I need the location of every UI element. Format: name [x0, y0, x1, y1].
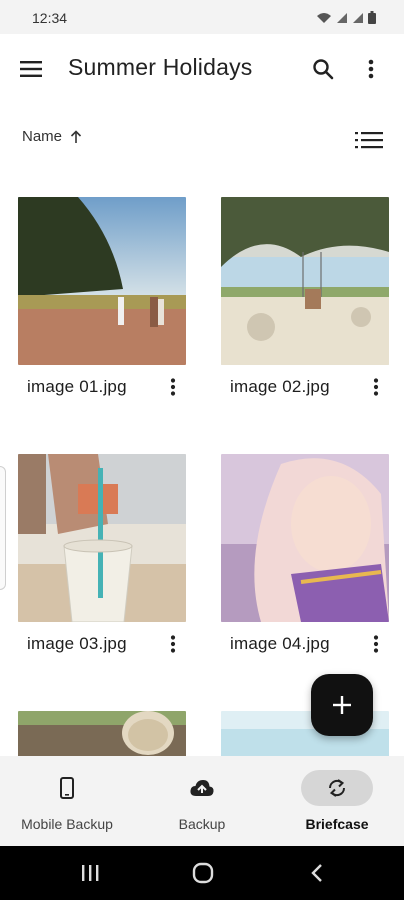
- page-title: Summer Holidays: [68, 54, 253, 80]
- nav-icon-container: [166, 770, 238, 806]
- sort-bar: Name: [0, 118, 404, 158]
- phone-icon: [60, 777, 74, 799]
- nav-label: Mobile Backup: [21, 816, 113, 832]
- home-icon: [192, 862, 214, 884]
- wifi-icon: [316, 11, 332, 29]
- hamburger-menu-icon: [20, 61, 42, 77]
- file-card: image 04.jpg: [221, 454, 389, 674]
- file-thumbnail[interactable]: [18, 197, 186, 365]
- edge-panel-handle[interactable]: [0, 466, 6, 590]
- more-options-button[interactable]: [354, 52, 388, 86]
- nav-item-mobile-backup[interactable]: Mobile Backup: [0, 756, 134, 846]
- file-name: image 01.jpg: [27, 377, 127, 396]
- home-button[interactable]: [189, 860, 217, 886]
- more-vertical-icon: [373, 378, 379, 396]
- add-button[interactable]: [311, 674, 373, 736]
- back-icon: [311, 864, 322, 882]
- bottom-navigation: Mobile Backup Backup Briefcase: [0, 756, 404, 846]
- nav-icon-container: [301, 770, 373, 806]
- view-toggle-button[interactable]: [352, 126, 386, 154]
- sync-icon: [328, 779, 346, 797]
- file-thumbnail[interactable]: [18, 711, 186, 756]
- file-more-button[interactable]: [162, 630, 184, 658]
- file-thumbnail[interactable]: [18, 454, 186, 622]
- sort-by-name-button[interactable]: Name: [22, 128, 82, 145]
- file-more-button[interactable]: [365, 373, 387, 401]
- nav-icon-container: [31, 770, 103, 806]
- signal-icon: [336, 11, 348, 29]
- file-thumbnail[interactable]: [221, 197, 389, 365]
- file-card: [18, 711, 186, 756]
- recent-apps-button[interactable]: [76, 860, 104, 886]
- file-card: image 03.jpg: [18, 454, 186, 674]
- more-vertical-icon: [170, 635, 176, 653]
- battery-icon: [368, 11, 376, 29]
- file-name: image 03.jpg: [27, 634, 127, 653]
- more-vertical-icon: [373, 635, 379, 653]
- nav-label: Briefcase: [305, 816, 369, 832]
- search-icon: [313, 59, 334, 80]
- more-vertical-icon: [368, 59, 374, 79]
- menu-button[interactable]: [14, 52, 48, 86]
- file-card: image 02.jpg: [221, 197, 389, 417]
- app-bar: Summer Holidays: [0, 34, 404, 100]
- cloud-upload-icon: [190, 780, 214, 796]
- file-name: image 04.jpg: [230, 634, 330, 653]
- search-button[interactable]: [306, 52, 340, 86]
- more-vertical-icon: [170, 378, 176, 396]
- status-bar: 12:34: [0, 0, 404, 34]
- nav-item-briefcase[interactable]: Briefcase: [270, 756, 404, 846]
- status-icons: [316, 11, 376, 29]
- nav-item-backup[interactable]: Backup: [135, 756, 269, 846]
- file-name: image 02.jpg: [230, 377, 330, 396]
- file-more-button[interactable]: [365, 630, 387, 658]
- status-time: 12:34: [32, 10, 68, 26]
- plus-icon: [333, 696, 351, 714]
- list-view-icon: [355, 132, 383, 149]
- file-card: image 01.jpg: [18, 197, 186, 417]
- file-more-button[interactable]: [162, 373, 184, 401]
- file-thumbnail[interactable]: [221, 454, 389, 622]
- system-navigation-bar: [0, 846, 404, 900]
- arrow-up-icon: [70, 129, 82, 143]
- recent-apps-icon: [82, 865, 99, 881]
- sort-label: Name: [22, 128, 63, 145]
- back-button[interactable]: [303, 860, 331, 886]
- signal-icon: [352, 11, 364, 29]
- nav-label: Backup: [178, 816, 226, 832]
